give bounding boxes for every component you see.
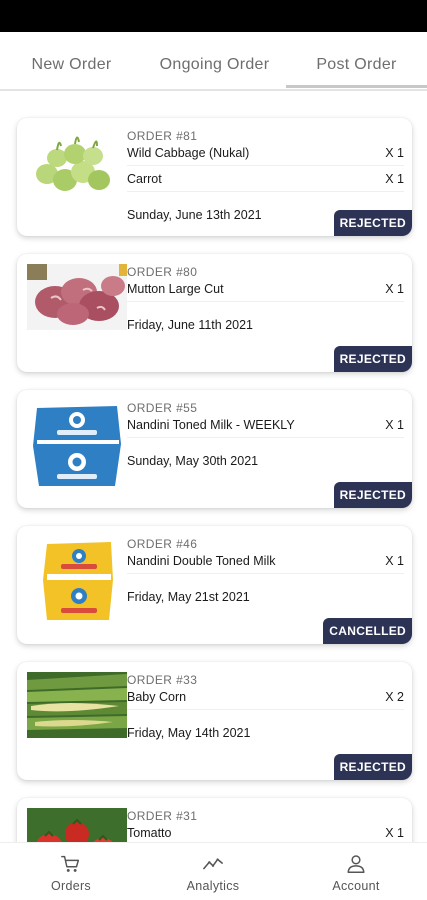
analytics-icon [203, 858, 223, 870]
item-quantity: X 1 [385, 826, 404, 840]
account-icon [347, 855, 365, 873]
item-name: Mutton Large Cut [127, 282, 224, 296]
status-badge: REJECTED [333, 482, 412, 508]
order-item-row: Carrot X 1 [127, 168, 404, 192]
nav-analytics[interactable]: Analytics [142, 843, 284, 900]
order-item-row: Nandini Double Toned Milk X 1 [127, 550, 404, 574]
nav-account[interactable]: Account [285, 843, 427, 900]
order-number: ORDER #46 [127, 537, 198, 551]
status-badge: REJECTED [333, 754, 412, 780]
status-badge: REJECTED [333, 210, 412, 236]
item-name: Nandini Double Toned Milk [127, 554, 276, 568]
order-number: ORDER #31 [127, 809, 198, 823]
nandini-toned-milk-image [27, 400, 127, 490]
order-item-row: Tomatto X 1 [127, 822, 404, 842]
nav-label: Account [332, 879, 380, 893]
nav-orders[interactable]: Orders [0, 843, 142, 900]
tab-new-order[interactable]: New Order [0, 32, 143, 88]
nandini-double-toned-milk-image [27, 536, 127, 626]
order-number: ORDER #33 [127, 673, 198, 687]
baby-corn-image [27, 672, 127, 738]
order-card[interactable]: ORDER #80 Mutton Large Cut X 1 Friday, J… [17, 254, 412, 372]
order-card[interactable]: ORDER #33 Baby Corn X 2 Friday, May 14th… [17, 662, 412, 780]
order-number: ORDER #80 [127, 265, 198, 279]
item-name: Baby Corn [127, 690, 187, 704]
nav-label: Orders [50, 879, 91, 893]
item-quantity: X 1 [385, 282, 404, 296]
item-name: Nandini Toned Milk - WEEKLY [127, 418, 295, 432]
order-date: Sunday, May 30th 2021 [127, 454, 259, 468]
bottom-navigation: Orders Analytics Account [0, 842, 427, 900]
order-number: ORDER #55 [127, 401, 198, 415]
order-number: ORDER #81 [127, 129, 198, 143]
order-card[interactable]: ORDER #31 Tomatto X 1 [17, 798, 412, 842]
wild-cabbage-image [27, 128, 127, 194]
mutton-image [27, 264, 127, 330]
order-item-row: Baby Corn X 2 [127, 686, 404, 710]
item-quantity: X 1 [385, 418, 404, 432]
order-item-row: Nandini Toned Milk - WEEKLY X 1 [127, 414, 404, 438]
status-bar [0, 0, 427, 32]
tab-ongoing-order[interactable]: Ongoing Order [143, 32, 286, 88]
item-name: Wild Cabbage (Nukal) [127, 146, 250, 160]
item-quantity: X 1 [385, 172, 404, 186]
status-badge: CANCELLED [323, 618, 412, 644]
order-date: Friday, May 21st 2021 [127, 590, 250, 604]
order-card[interactable]: ORDER #46 Nandini Double Toned Milk X 1 … [17, 526, 412, 644]
order-item-row: Wild Cabbage (Nukal) X 1 [127, 142, 404, 166]
status-badge: REJECTED [333, 346, 412, 372]
item-name: Carrot [127, 172, 162, 186]
order-date: Friday, June 11th 2021 [127, 318, 254, 332]
order-tabs: New Order Ongoing Order Post Order [0, 32, 427, 91]
item-name: Tomatto [127, 826, 172, 840]
order-card[interactable]: ORDER #81 Wild Cabbage (Nukal) X 1 Carro… [17, 118, 412, 236]
order-date: Friday, May 14th 2021 [127, 726, 251, 740]
item-quantity: X 1 [385, 146, 404, 160]
item-quantity: X 2 [385, 690, 404, 704]
order-item-row: Mutton Large Cut X 1 [127, 278, 404, 302]
item-quantity: X 1 [385, 554, 404, 568]
tab-post-order[interactable]: Post Order [286, 32, 427, 88]
order-list[interactable]: ORDER #81 Wild Cabbage (Nukal) X 1 Carro… [0, 90, 427, 842]
cart-icon [61, 855, 80, 872]
tomato-image [27, 808, 127, 842]
order-date: Sunday, June 13th 2021 [127, 208, 262, 222]
order-card[interactable]: ORDER #55 Nandini Toned Milk - WEEKLY X … [17, 390, 412, 508]
active-tab-indicator [286, 85, 427, 88]
nav-label: Analytics [186, 879, 240, 893]
